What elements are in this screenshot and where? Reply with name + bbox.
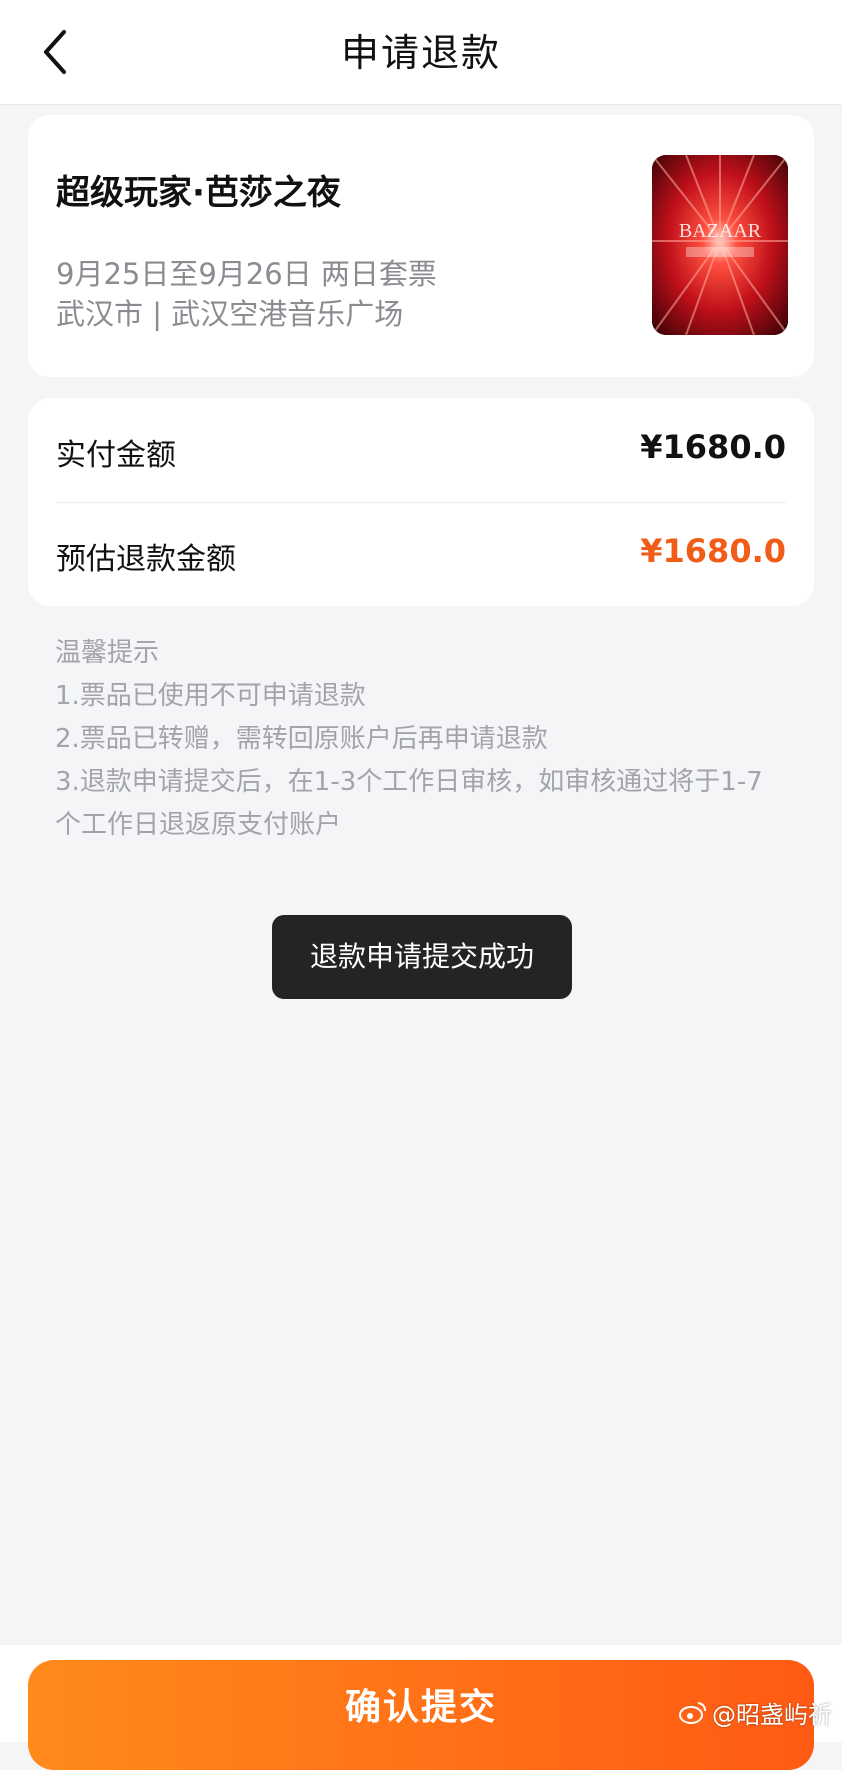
refund-row: 预估退款金额 ¥1680.0 — [56, 502, 786, 606]
tip-item: 1.票品已使用不可申请退款 — [55, 681, 366, 711]
event-card[interactable]: 超级玩家·芭莎之夜 9月25日至9月26日 两日套票 武汉市 | 武汉空港音乐广… — [28, 115, 814, 377]
watermark: @昭盏屿祈 — [678, 1694, 832, 1730]
payment-card: 实付金额 ¥1680.0 预估退款金额 ¥1680.0 — [28, 398, 814, 606]
page-title: 申请退款 — [340, 31, 501, 75]
poster-logo: BAZAAR — [679, 220, 762, 242]
tip-item: 3.退款申请提交后，在1-3个工作日审核，如审核通过将于1-7 — [55, 767, 763, 797]
paid-label: 实付金额 — [56, 438, 176, 473]
poster-art: BAZAAR — [652, 155, 788, 335]
event-dates: 9月25日至9月26日 两日套票 — [56, 257, 437, 291]
refund-label: 预估退款金额 — [56, 542, 236, 577]
tip-item: 2.票品已转赠，需转回原账户后再申请退款 — [55, 724, 548, 754]
weibo-icon — [679, 1702, 706, 1724]
paid-row: 实付金额 ¥1680.0 — [56, 398, 786, 503]
refund-value: ¥1680.0 — [640, 532, 786, 570]
event-venue: 武汉市 | 武汉空港音乐广场 — [56, 297, 404, 331]
tips-title: 温馨提示 — [55, 638, 160, 668]
success-toast: 退款申请提交成功 — [272, 915, 572, 999]
nav-bar: 申请退款 — [0, 0, 842, 105]
tip-item: 个工作日退返原支付账户 — [55, 810, 342, 840]
event-name: 超级玩家·芭莎之夜 — [56, 173, 341, 213]
paid-value: ¥1680.0 — [640, 428, 786, 466]
watermark-text: @昭盏屿祈 — [712, 1700, 832, 1729]
event-poster[interactable]: BAZAAR — [652, 155, 788, 335]
tips-section: 温馨提示 1.票品已使用不可申请退款 2.票品已转赠，需转回原账户后再申请退款 … — [55, 632, 795, 847]
